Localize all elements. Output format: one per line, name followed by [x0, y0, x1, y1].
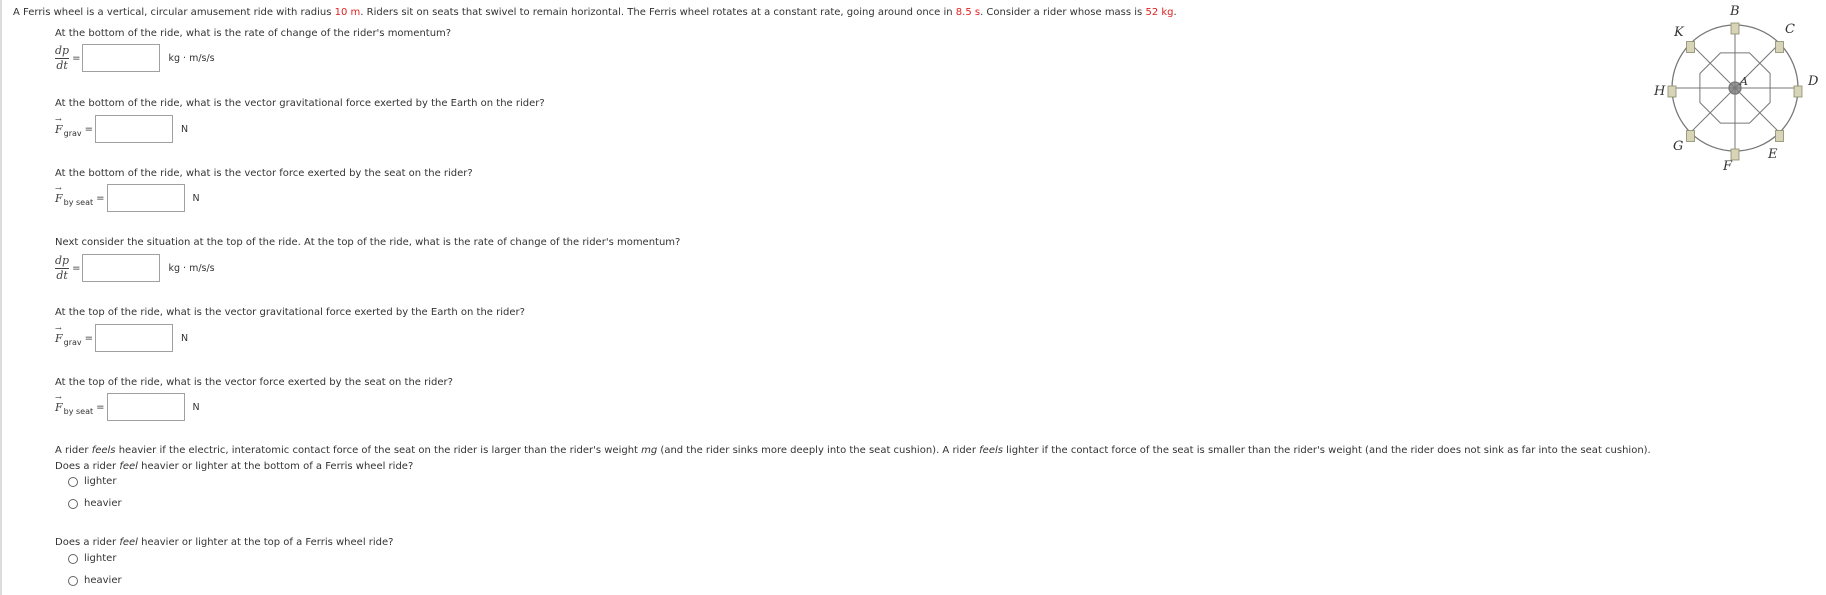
force-subscript: by seat [63, 197, 94, 207]
equals-sign: = [96, 192, 105, 204]
radio-circle[interactable] [68, 476, 78, 487]
seat-icon [1730, 148, 1740, 161]
seat-icon [1667, 85, 1677, 98]
label-E: E [1767, 147, 1778, 162]
answer-input-5[interactable] [95, 324, 174, 352]
question-4-text: Next consider the situation at the top o… [55, 237, 681, 248]
force-subscript: grav [63, 128, 82, 138]
answer-row-3: Fby seat = N [55, 183, 200, 213]
dp-dt-symbol: dp dt [55, 253, 70, 282]
radio-label: lighter [84, 476, 117, 487]
unit-label: kg · m/s/s [168, 52, 215, 64]
label-G: G [1673, 139, 1683, 154]
intro-text-3: . Consider a rider whose mass is [980, 7, 1146, 18]
radio-circle[interactable] [68, 498, 78, 509]
radio-bottom-lighter[interactable]: lighter [68, 476, 116, 487]
ferris-wheel-diagram: B C D E F G H K A [1653, 4, 1819, 174]
wheel-spoke [1690, 43, 1736, 89]
question-1-text: At the bottom of the ride, what is the r… [55, 28, 452, 39]
force-vector-symbol: F [55, 184, 63, 205]
answer-row-4: dp dt = kg · m/s/s [55, 253, 215, 283]
unit-label: N [181, 123, 189, 135]
radius-value: 10 m [334, 7, 361, 18]
seat-icon [1775, 130, 1784, 142]
question-5-text: At the top of the ride, what is the vect… [55, 307, 525, 318]
seat-icon [1686, 41, 1695, 53]
intro-text-4: . [1173, 7, 1177, 18]
page-left-border [0, 0, 2, 595]
radio-label: heavier [84, 498, 122, 509]
force-subscript: by seat [63, 406, 94, 416]
answer-row-6: Fby seat = N [55, 392, 200, 422]
label-K: K [1673, 25, 1685, 40]
label-D: D [1807, 74, 1819, 89]
seat-icon [1730, 22, 1740, 35]
mass-value: 52 kg [1145, 7, 1174, 18]
radio-top-heavier[interactable]: heavier [68, 575, 122, 586]
question-8-text: Does a rider feel heavier or lighter at … [55, 537, 394, 548]
radio-circle[interactable] [68, 553, 78, 564]
unit-label: N [181, 332, 189, 344]
unit-label: N [192, 401, 200, 413]
problem-statement: A Ferris wheel is a vertical, circular a… [13, 7, 1177, 18]
feels-explanation: A rider feels heavier if the electric, i… [55, 445, 1651, 456]
question-2-text: At the bottom of the ride, what is the v… [55, 98, 545, 109]
answer-input-6[interactable] [106, 393, 185, 421]
wheel-spoke [1734, 87, 1780, 133]
seat-icon [1793, 85, 1803, 98]
question-3-text: At the bottom of the ride, what is the v… [55, 168, 473, 179]
wheel-spoke [1690, 87, 1736, 133]
unit-label: kg · m/s/s [168, 262, 215, 274]
label-F: F [1722, 159, 1733, 174]
equals-sign: = [72, 52, 81, 64]
intro-text-1: A Ferris wheel is a vertical, circular a… [13, 7, 335, 18]
question-7-text: Does a rider feel heavier or lighter at … [55, 461, 414, 472]
equals-sign: = [96, 401, 105, 413]
seat-icon [1775, 41, 1784, 53]
label-H: H [1653, 84, 1666, 99]
radio-label: lighter [84, 553, 117, 564]
label-A: A [1739, 75, 1748, 88]
force-vector-symbol: F [55, 393, 63, 414]
period-value: 8.5 s [955, 7, 981, 18]
force-subscript: grav [63, 337, 82, 347]
answer-input-2[interactable] [95, 115, 174, 143]
force-vector-symbol: F [55, 324, 63, 345]
force-vector-symbol: F [55, 115, 63, 136]
unit-label: N [192, 192, 200, 204]
answer-row-2: Fgrav = N [55, 114, 188, 144]
label-C: C [1785, 22, 1795, 37]
radio-bottom-heavier[interactable]: heavier [68, 498, 122, 509]
answer-input-1[interactable] [82, 44, 161, 72]
answer-input-3[interactable] [106, 184, 185, 212]
answer-input-4[interactable] [82, 254, 161, 282]
answer-row-5: Fgrav = N [55, 323, 188, 353]
radio-circle[interactable] [68, 575, 78, 586]
radio-top-lighter[interactable]: lighter [68, 553, 116, 564]
equals-sign: = [72, 262, 81, 274]
dp-dt-symbol: dp dt [55, 43, 70, 72]
equals-sign: = [84, 332, 94, 344]
intro-text-2: . Riders sit on seats that swivel to rem… [360, 7, 956, 18]
label-B: B [1729, 4, 1740, 19]
question-6-text: At the top of the ride, what is the vect… [55, 377, 453, 388]
answer-row-1: dp dt = kg · m/s/s [55, 43, 215, 73]
seat-icon [1686, 130, 1695, 142]
radio-label: heavier [84, 575, 122, 586]
equals-sign: = [84, 123, 94, 135]
